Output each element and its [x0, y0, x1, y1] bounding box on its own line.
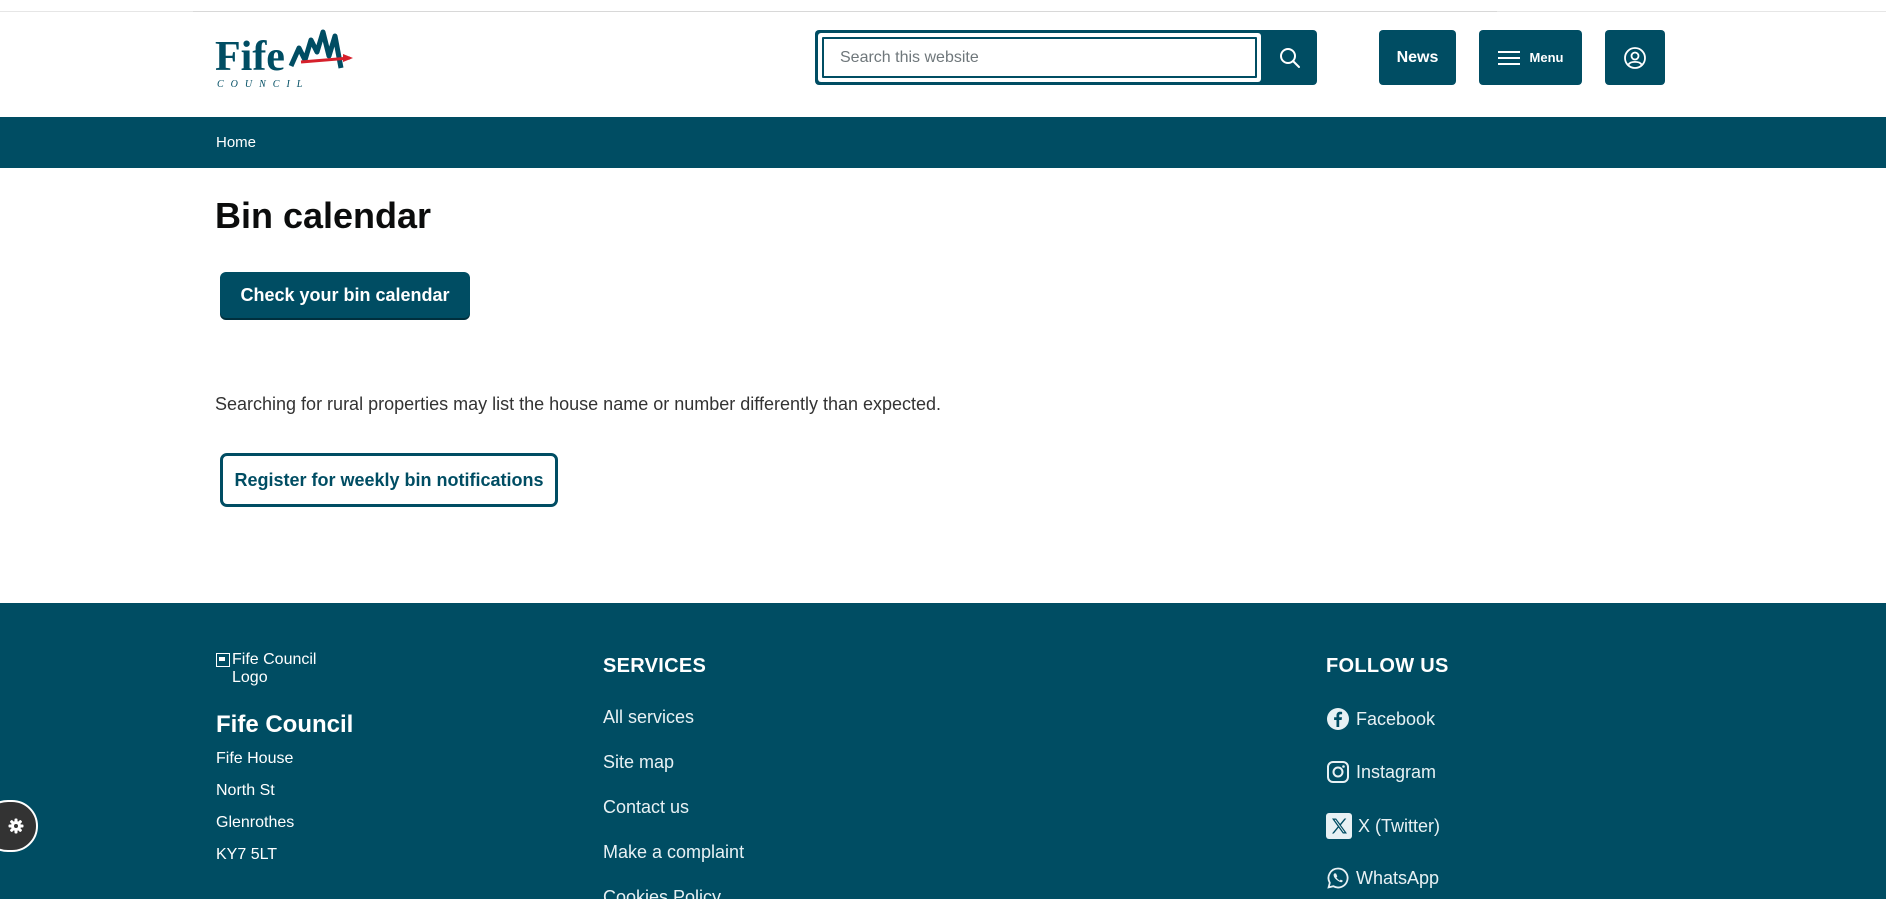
social-label: Facebook [1356, 708, 1436, 729]
register-notifications-button[interactable]: Register for weekly bin notifications [220, 453, 558, 507]
social-link-instagram[interactable]: Instagram [1326, 760, 1436, 784]
search-input[interactable] [822, 37, 1257, 78]
social-label: Instagram [1356, 761, 1437, 782]
facebook-icon [1327, 708, 1349, 730]
search-form [815, 30, 1317, 85]
breadcrumb: Home [0, 117, 1886, 168]
services-heading: SERVICES [603, 655, 707, 677]
gear-icon [8, 818, 24, 834]
whatsapp-icon [1327, 867, 1349, 889]
breadcrumb-home[interactable]: Home [216, 134, 256, 151]
menu-label: Menu [1529, 50, 1564, 65]
search-icon [1279, 47, 1300, 68]
footer-logo[interactable]: Fife Council Logo [216, 651, 326, 687]
social-link-x-twitter[interactable]: X (Twitter) [1326, 813, 1440, 839]
account-button[interactable] [1605, 30, 1665, 85]
address-line: North St [216, 782, 275, 799]
footer-logo-alt-text: Fife Council Logo [232, 651, 317, 686]
news-label: News [1396, 48, 1439, 66]
fife-council-logo[interactable]: Fife COUNCIL [215, 22, 355, 92]
check-bin-calendar-button[interactable]: Check your bin calendar [220, 272, 470, 318]
follow-us-heading: FOLLOW US [1326, 655, 1449, 677]
social-link-whatsapp[interactable]: WhatsApp [1326, 866, 1439, 890]
footer-link-all-services[interactable]: All services [603, 707, 694, 728]
x-twitter-icon [1326, 813, 1352, 839]
address-line: Glenrothes [216, 814, 295, 831]
site-footer: Fife Council Logo Fife Council Fife Hous… [0, 603, 1886, 899]
page-title: Bin calendar [215, 195, 432, 236]
site-header: Fife COUNCIL News Menu [0, 12, 1886, 117]
logo-subtext: COUNCIL [217, 79, 309, 90]
fife-logo-graphic: Fife COUNCIL [215, 29, 353, 90]
search-button[interactable] [1262, 30, 1317, 85]
address-line: KY7 5LT [216, 846, 278, 863]
footer-org-name: Fife Council [216, 711, 354, 738]
logo-text: Fife [215, 34, 285, 80]
footer-link-site-map[interactable]: Site map [603, 752, 674, 773]
broken-image-icon [216, 653, 230, 667]
news-button[interactable]: News [1379, 30, 1456, 85]
address-line: Fife House [216, 750, 294, 767]
hamburger-icon [1497, 50, 1520, 65]
footer-link-contact-us[interactable]: Contact us [603, 797, 689, 818]
social-label: WhatsApp [1356, 867, 1440, 888]
footer-link-cookies-policy[interactable]: Cookies Policy [603, 887, 721, 899]
social-link-facebook[interactable]: Facebook [1326, 707, 1435, 731]
instagram-icon [1327, 761, 1349, 783]
rural-properties-note: Searching for rural properties may list … [215, 394, 942, 414]
user-icon [1624, 46, 1646, 69]
search-box [818, 33, 1261, 82]
menu-button[interactable]: Menu [1479, 30, 1582, 85]
footer-link-make-a-complaint[interactable]: Make a complaint [603, 842, 744, 863]
social-label: X (Twitter) [1358, 815, 1441, 836]
